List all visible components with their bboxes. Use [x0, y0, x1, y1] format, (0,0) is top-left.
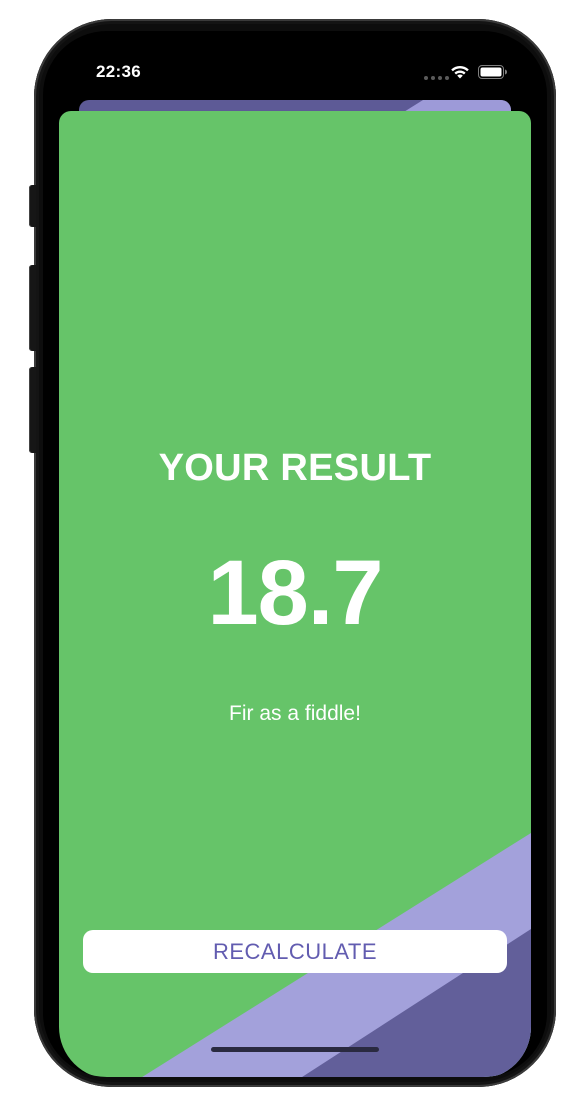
home-indicator — [211, 1047, 379, 1052]
recalculate-button[interactable]: RECALCULATE — [83, 930, 507, 973]
bmi-value: 18.7 — [207, 542, 383, 644]
status-bar: 22:36 — [43, 31, 547, 101]
mute-switch — [29, 185, 36, 227]
volume-up-button — [29, 265, 36, 351]
result-sheet: YOUR RESULT 18.7 Fir as a fiddle! RECALC… — [59, 111, 531, 1077]
screen: 22:36 YOUR RESULT 18.7 Fir as a fiddle! … — [43, 31, 547, 1077]
cellular-signal-icon — [424, 76, 449, 80]
volume-down-button — [29, 367, 36, 453]
wifi-icon — [451, 65, 469, 79]
status-time: 22:36 — [96, 62, 141, 81]
result-title: YOUR RESULT — [158, 447, 432, 489]
result-advice: Fir as a fiddle! — [229, 702, 361, 725]
battery-icon — [478, 65, 507, 79]
